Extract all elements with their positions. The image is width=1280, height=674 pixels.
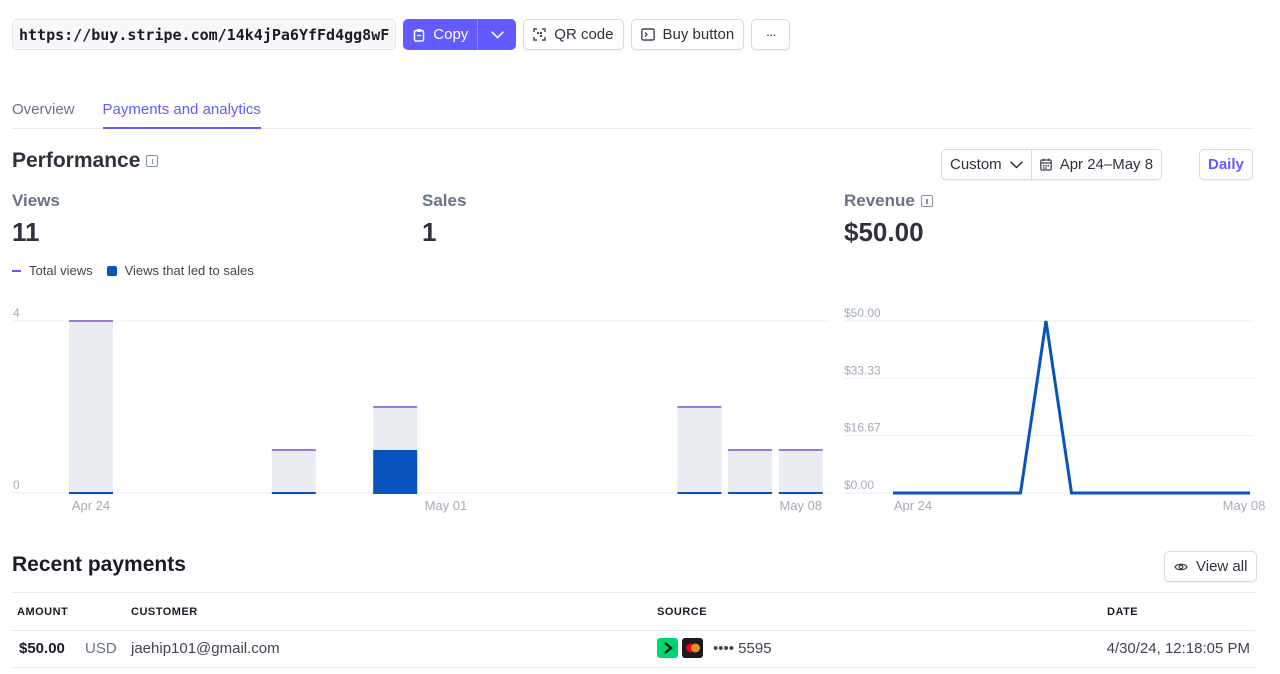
sales-value: 1 (422, 217, 437, 247)
column-header-source[interactable]: SOURCE (657, 606, 707, 618)
buy-button-label: Buy button (662, 26, 735, 43)
table-header: AMOUNT CUSTOMER SOURCE DATE (12, 592, 1255, 631)
y-tick-label: $16.67 (844, 421, 881, 435)
total-views-marker (69, 320, 113, 322)
sales-baseline-marker (728, 492, 773, 494)
views-metric: Views 11 (12, 191, 60, 248)
y-tick-label: $33.33 (844, 363, 881, 377)
revenue-label: Revenue (844, 191, 915, 210)
more-options-button[interactable]: ··· (751, 19, 791, 50)
sales-baseline-marker (69, 492, 113, 494)
card-last4: •••• 5595 (713, 639, 772, 657)
recent-payments-title: Recent payments (12, 553, 186, 576)
views-bar (778, 450, 823, 493)
legend-square-swatch (106, 265, 117, 276)
total-views-marker (728, 449, 773, 451)
date-range-value: Apr 24–May 8 (1059, 156, 1154, 173)
x-tick-label: Apr 24 (894, 498, 932, 513)
clipboard-icon (414, 28, 425, 42)
payment-source: •••• 5595 (657, 638, 772, 658)
sales-baseline-marker (271, 492, 316, 494)
views-bar-chart: 4 0 Apr 24 May 01 May 08 (13, 306, 830, 513)
sales-metric: Sales 1 (422, 191, 466, 248)
x-tick-label: May 01 (425, 498, 468, 513)
performance-title: Performance (12, 149, 141, 172)
revenue-metric: Revenue $50.00 (844, 191, 933, 248)
legend-line-swatch (12, 269, 21, 272)
qr-code-icon (533, 28, 546, 41)
revenue-value: $50.00 (844, 217, 924, 247)
legend-views-to-sales-label: Views that led to sales (124, 263, 254, 278)
calendar-icon (1039, 158, 1052, 171)
embed-code-icon (640, 28, 655, 41)
total-views-marker (373, 406, 418, 408)
tab-payments-and-analytics[interactable]: Payments and analytics (102, 100, 261, 129)
view-all-label: View all (1196, 558, 1248, 575)
total-views-marker (677, 406, 722, 408)
recent-payments-table: AMOUNT CUSTOMER SOURCE DATE $50.00 USD j… (12, 592, 1255, 668)
performance-heading: Performance (12, 149, 159, 173)
tab-bar: Overview Payments and analytics (12, 100, 1254, 129)
link-pay-icon (657, 638, 678, 658)
date-range-picker[interactable]: Apr 24–May 8 (1032, 150, 1161, 179)
column-header-customer[interactable]: CUSTOMER (131, 606, 198, 618)
payment-link-bar: https://buy.stripe.com/14k4jPa6YfFd4gg8w… (12, 19, 791, 50)
qr-code-button[interactable]: QR code (523, 19, 624, 50)
legend-views-to-sales: Views that led to sales (106, 263, 254, 278)
y-tick-label: $0.00 (844, 478, 874, 492)
date-range-filter: Custom Apr 24–May 8 (941, 149, 1163, 180)
column-header-amount[interactable]: AMOUNT (17, 606, 68, 618)
payment-amount: $50.00 (19, 640, 65, 657)
total-views-marker (271, 449, 316, 451)
info-icon[interactable] (146, 155, 159, 167)
revenue-line-chart: $50.00 $33.33 $16.67 $0.00 Apr 24 May 08 (844, 306, 1266, 513)
mastercard-icon (682, 638, 703, 658)
sales-baseline-marker (677, 492, 722, 494)
range-preset-select[interactable]: Custom (942, 150, 1032, 179)
y-tick-label: $50.00 (844, 306, 881, 320)
sales-label: Sales (422, 191, 467, 210)
payment-currency: USD (85, 640, 117, 657)
views-label: Views (12, 191, 60, 210)
eye-icon (1174, 563, 1188, 570)
column-header-date[interactable]: DATE (1107, 606, 1138, 618)
chevron-down-icon (490, 30, 504, 38)
copy-button-label: Copy (433, 26, 469, 43)
views-bar (271, 450, 316, 493)
views-bar (69, 321, 113, 493)
buy-button-button[interactable]: Buy button (630, 19, 745, 50)
x-tick-label: Apr 24 (72, 498, 110, 513)
legend-total-views-label: Total views (29, 263, 93, 278)
views-chart-legend: Total views Views that led to sales (12, 263, 254, 278)
interval-daily-button[interactable]: Daily (1199, 149, 1253, 180)
payment-link-url[interactable]: https://buy.stripe.com/14k4jPa6YfFd4gg8w… (12, 19, 397, 50)
copy-options-dropdown[interactable] (477, 19, 516, 50)
payment-customer[interactable]: jaehip101@gmail.com (131, 640, 280, 657)
range-preset-value: Custom (950, 156, 1002, 173)
total-views-marker (778, 449, 823, 451)
more-icon: ··· (765, 27, 777, 42)
chevron-down-icon (1009, 160, 1023, 168)
tab-overview[interactable]: Overview (12, 100, 75, 129)
table-row[interactable]: $50.00 USD jaehip101@gmail.com •••• 5595… (12, 631, 1255, 668)
sales-bar (373, 450, 418, 493)
payment-date: 4/30/24, 12:18:05 PM (1106, 640, 1250, 657)
y-tick-label: 4 (13, 306, 20, 320)
sales-baseline-marker (778, 492, 823, 494)
revenue-series-line (893, 320, 1250, 495)
views-bar (728, 450, 773, 493)
revenue-label-row: Revenue (844, 191, 933, 211)
x-tick-label: May 08 (1223, 498, 1266, 513)
copy-button[interactable]: Copy (403, 19, 477, 50)
y-tick-label: 0 (13, 478, 20, 492)
legend-total-views: Total views (12, 263, 93, 278)
views-bar (677, 407, 722, 493)
views-value: 11 (12, 217, 40, 247)
qr-code-label: QR code (554, 26, 614, 43)
x-tick-label: May 08 (779, 498, 822, 513)
info-icon[interactable] (920, 195, 933, 207)
view-all-button[interactable]: View all (1164, 551, 1258, 582)
copy-button-group: Copy (403, 19, 517, 50)
